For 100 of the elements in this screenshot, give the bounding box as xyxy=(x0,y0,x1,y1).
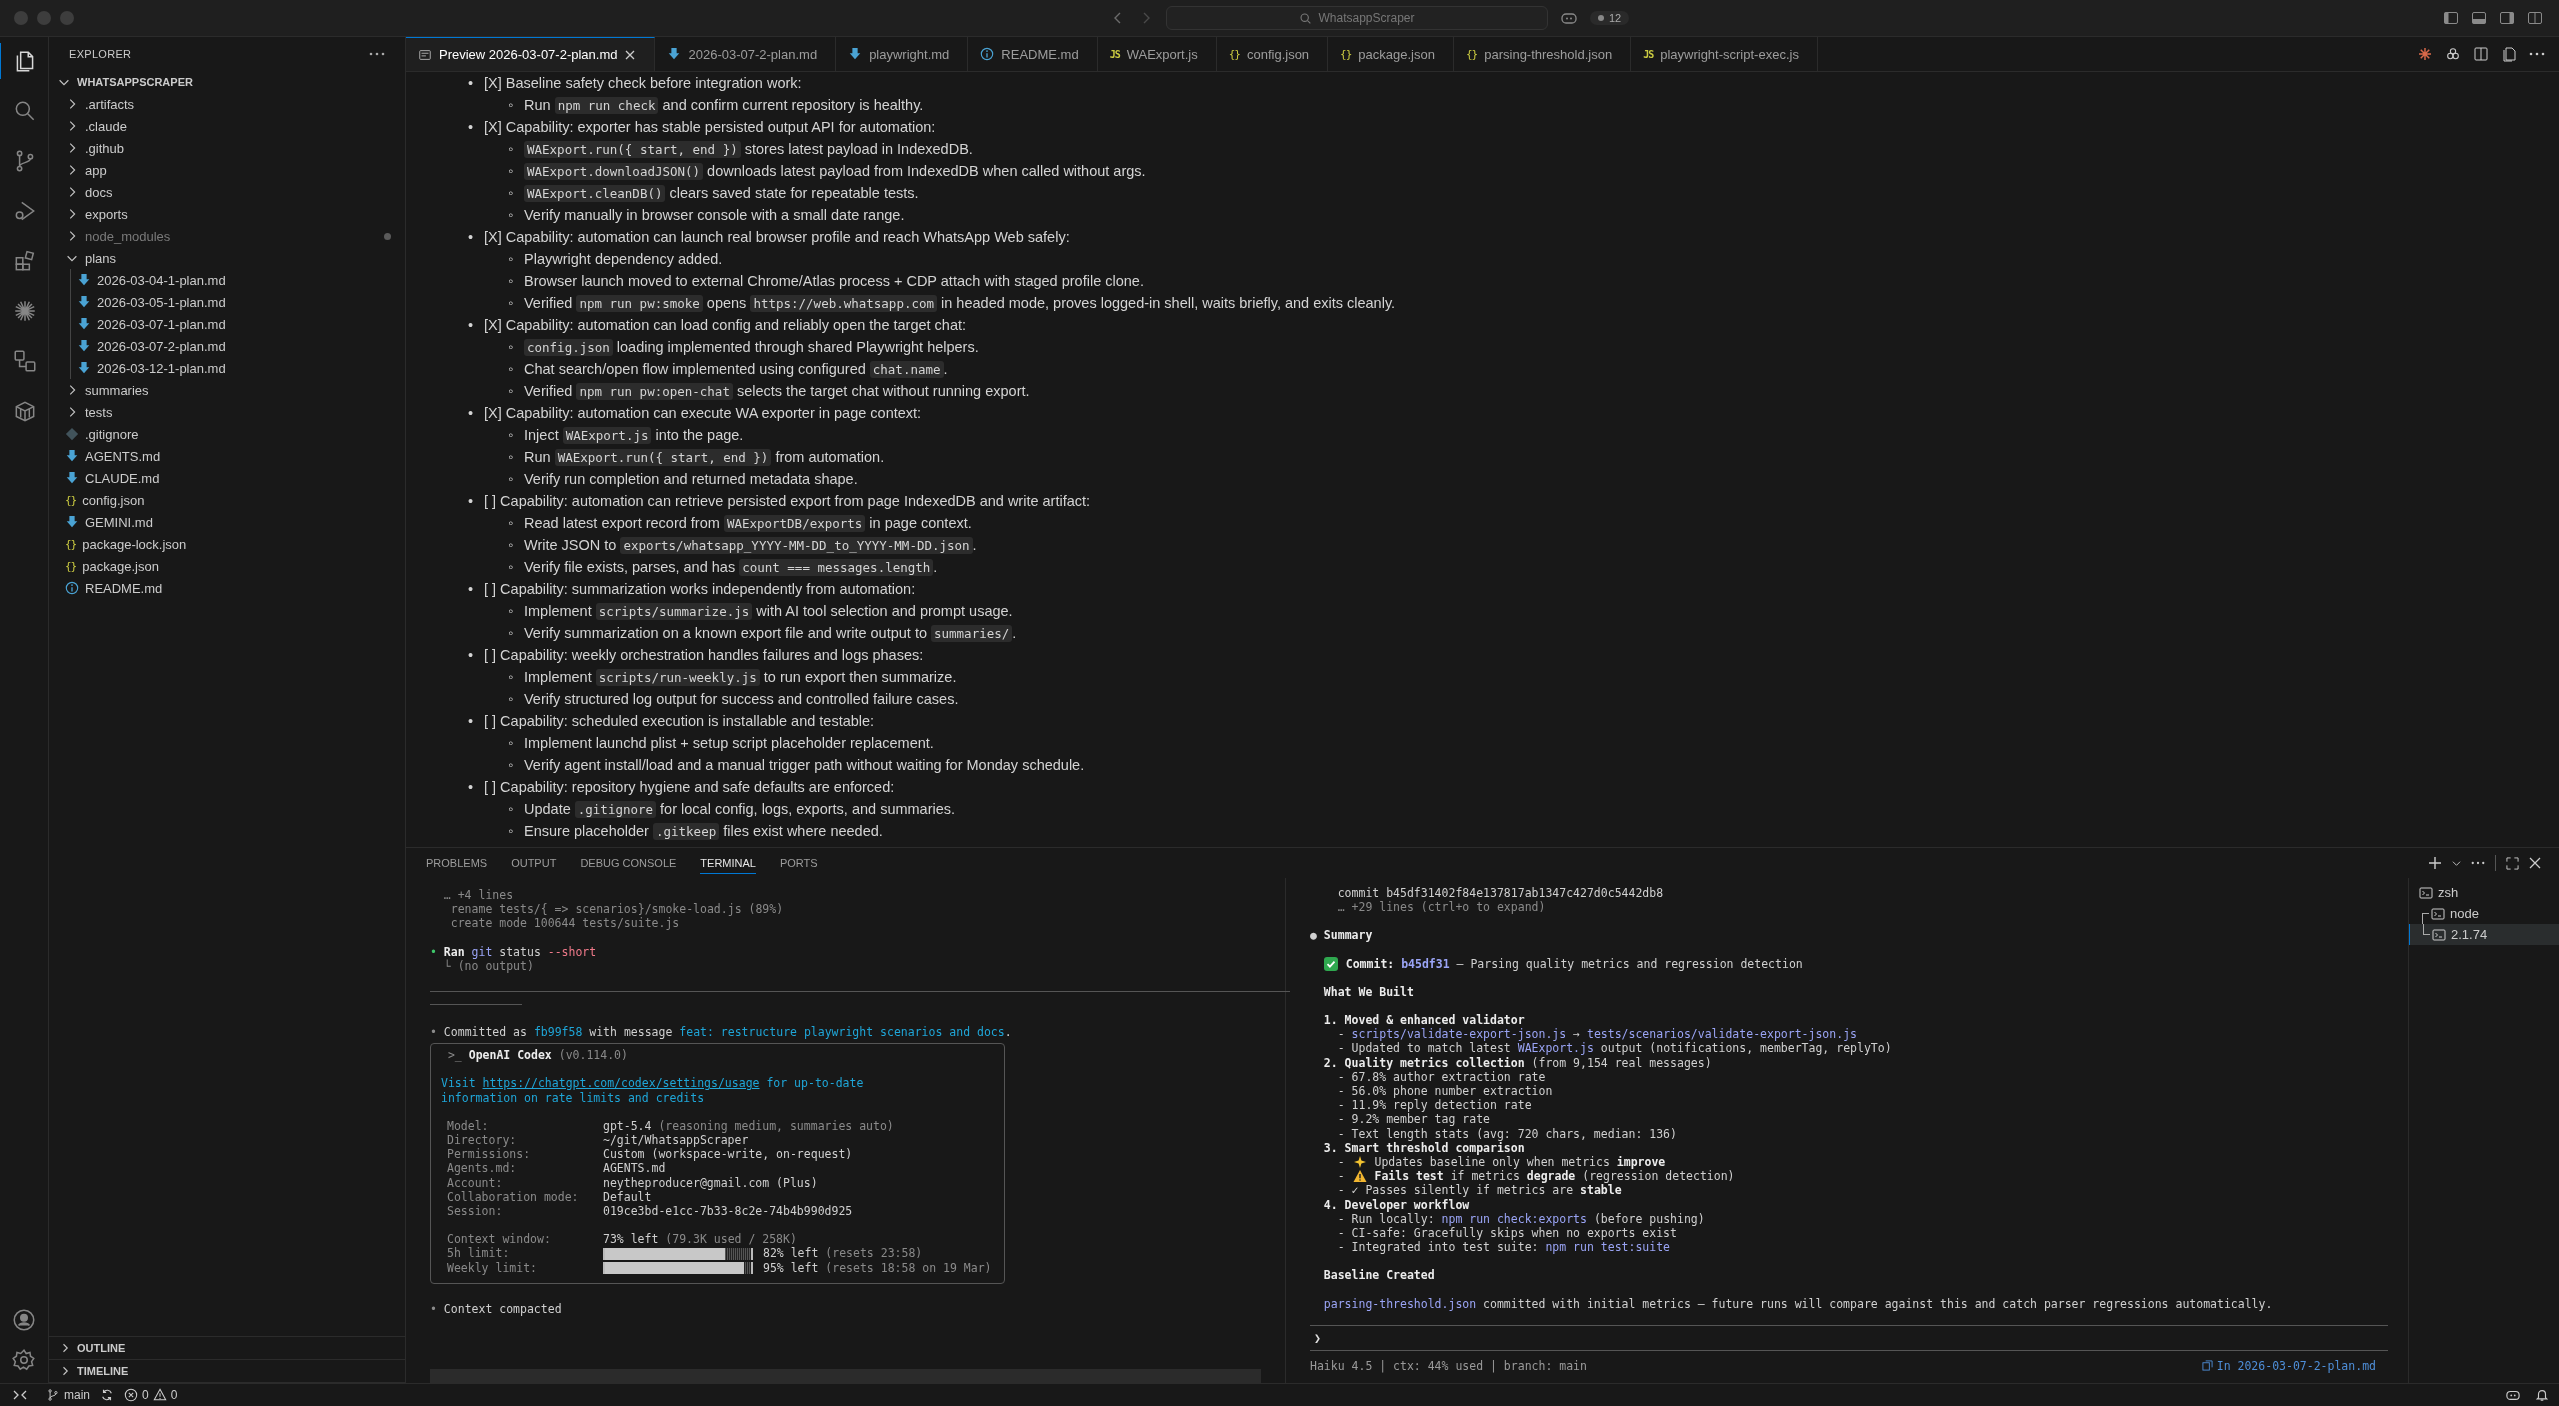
tree-item[interactable]: app xyxy=(85,162,107,178)
terminal-list-item[interactable]: zsh xyxy=(2409,882,2559,903)
editor-tab[interactable]: {} parsing-threshold.json xyxy=(1454,37,1632,71)
task-step: Inject WAExport.js into the page. xyxy=(524,424,744,446)
link[interactable]: https://chatgpt.com/codex/settings/usage xyxy=(482,1076,760,1091)
panel-tab[interactable]: PROBLEMS xyxy=(426,852,488,874)
bullet: ◦ xyxy=(508,800,515,819)
copilot-icon[interactable] xyxy=(2505,1388,2521,1402)
download-arrow-icon xyxy=(65,449,79,463)
task-heading: [ ] Capability: automation can retrieve persisted export from page IndexedDB and write artifact: xyxy=(484,492,1091,511)
file-link[interactable]: In 2026-03-07-2-plan.md xyxy=(2201,1350,2376,1381)
tree-item[interactable]: .artifacts xyxy=(85,96,135,112)
layout-icon[interactable] xyxy=(2471,11,2487,25)
maximize-icon[interactable] xyxy=(2506,856,2519,870)
tree-item[interactable]: plans xyxy=(85,250,117,266)
editor-tab[interactable]: README.md xyxy=(968,37,1098,71)
bell-icon[interactable] xyxy=(2535,1388,2549,1402)
account-icon[interactable] xyxy=(11,1307,37,1333)
tree-item[interactable]: summaries xyxy=(85,382,149,398)
tree-item[interactable]: AGENTS.md xyxy=(85,448,161,464)
editor-tab[interactable]: {} config.json xyxy=(1216,37,1329,71)
panel-tab[interactable]: OUTPUT xyxy=(511,852,557,874)
branch-status[interactable]: main xyxy=(46,1388,90,1402)
documents-icon[interactable] xyxy=(2501,46,2517,62)
terminal-line: • Committed as fb99f58 with message feat: restructure playwright scenarios and docs. xyxy=(430,1025,1013,1040)
task-step: Chat search/open flow implemented using configured chat.name . xyxy=(524,358,948,380)
bullet: ◦ xyxy=(508,514,515,533)
field-label: Collaboration mode: xyxy=(447,1189,580,1205)
terminal-icon xyxy=(2432,927,2446,942)
preview-icon xyxy=(418,47,432,62)
problems-status[interactable]: 0 0 xyxy=(124,1388,178,1402)
more-icon[interactable] xyxy=(2471,861,2485,865)
error-icon xyxy=(124,1388,138,1402)
section-header[interactable]: OUTLINE xyxy=(77,1342,126,1354)
editor-tab[interactable]: 2026-03-07-2-plan.md xyxy=(655,37,837,71)
tree-item[interactable]: node_modules xyxy=(85,228,171,244)
editor-tab[interactable]: JS playwright-script-exec.js xyxy=(1631,37,1818,71)
bullet: • xyxy=(468,712,475,731)
editor-tab[interactable]: playwright.md xyxy=(836,37,969,71)
tree-item[interactable]: .claude xyxy=(85,118,127,134)
terminal-line: - CI-safe: Gracefully skips when no exports exist xyxy=(1336,1226,1678,1241)
caret-icon[interactable] xyxy=(2452,858,2461,868)
terminal-line: 3. Smart threshold comparison xyxy=(1322,1140,1526,1156)
tree-item[interactable]: config.json xyxy=(82,492,145,508)
panel-tab[interactable]: TERMINAL xyxy=(700,852,756,874)
tree-item[interactable]: 2026-03-07-1-plan.md xyxy=(97,316,226,332)
layout-icon[interactable] xyxy=(2499,11,2515,25)
warning-icon xyxy=(1352,1169,1367,1184)
tree-item[interactable]: README.md xyxy=(85,580,163,596)
bullet: ◦ xyxy=(508,470,515,489)
terminal-list-item[interactable]: 2.1.74 xyxy=(2409,924,2559,945)
layout-icon[interactable] xyxy=(2443,11,2459,25)
asterisk-icon[interactable] xyxy=(2417,46,2433,62)
field-value: 73% left (79.3K used / 258K) xyxy=(603,1232,797,1247)
tree-item[interactable]: .gitignore xyxy=(85,426,139,442)
tree-item[interactable]: 2026-03-07-2-plan.md xyxy=(97,338,226,354)
task-step: Verified npm run pw:smoke opens https://web.whatsapp.com in headed mode, proves logged-in shell, waits briefly, and exits cleanly. xyxy=(524,292,1396,314)
tree-item[interactable]: .github xyxy=(85,140,125,156)
layout-icon[interactable] xyxy=(2527,11,2543,25)
settings-icon[interactable] xyxy=(11,1347,37,1373)
terminal-line: Baseline Created xyxy=(1322,1268,1436,1283)
asterisk-icon[interactable] xyxy=(12,298,38,324)
section-header[interactable]: TIMELINE xyxy=(77,1365,129,1377)
task-step: WAExport.downloadJSON() downloads latest payload from IndexedDB when called without args. xyxy=(524,160,1146,182)
tree-item[interactable]: package-lock.json xyxy=(82,536,187,552)
linked-boxes-icon[interactable] xyxy=(12,348,38,374)
tree-item[interactable]: 2026-03-05-1-plan.md xyxy=(97,294,226,310)
editor-tab[interactable]: JS WAExport.js xyxy=(1097,37,1217,71)
knot-icon[interactable] xyxy=(2445,46,2461,62)
tree-item[interactable]: package.json xyxy=(82,558,159,574)
task-step: config.json loading implemented through shared Playwright helpers. xyxy=(524,336,979,358)
tree-item[interactable]: docs xyxy=(85,184,113,200)
tree-item[interactable]: 2026-03-12-1-plan.md xyxy=(97,360,226,376)
tree-item[interactable]: tests xyxy=(85,404,113,420)
close-icon[interactable] xyxy=(624,48,637,61)
editor-tab[interactable]: {} package.json xyxy=(1328,37,1454,71)
tree-item[interactable]: 2026-03-04-1-plan.md xyxy=(97,272,226,288)
tree-item[interactable]: WHATSAPPSCRAPER xyxy=(77,76,193,88)
branch-icon xyxy=(46,1388,60,1402)
command-center-field[interactable]: WhatsappScraper xyxy=(1166,6,1548,30)
tree-item[interactable]: exports xyxy=(85,206,128,222)
sync-icon[interactable] xyxy=(100,1388,114,1402)
notification-badge[interactable]: 12 xyxy=(1590,11,1630,25)
terminal-line: - 9.2% member tag rate xyxy=(1336,1112,1491,1127)
tree-item[interactable]: GEMINI.md xyxy=(85,514,153,530)
field-value: gpt-5.4 (reasoning medium, summaries auto) xyxy=(603,1118,894,1134)
close-icon[interactable] xyxy=(2529,857,2541,869)
terminal-line: - Text length stats (avg: 720 chars, median: 136) xyxy=(1336,1126,1678,1141)
split-editor-icon[interactable] xyxy=(2473,46,2489,62)
panel-tab[interactable]: PORTS xyxy=(779,852,818,874)
new-terminal-icon[interactable] xyxy=(2428,856,2442,870)
bullet: • xyxy=(468,492,475,511)
panel-tab[interactable]: DEBUG CONSOLE xyxy=(580,852,677,874)
tree-item[interactable]: CLAUDE.md xyxy=(85,470,160,486)
remote-icon[interactable] xyxy=(12,1388,28,1402)
more-icon[interactable] xyxy=(2529,52,2545,56)
more-icon[interactable] xyxy=(369,52,385,56)
field-label: Context window: xyxy=(447,1232,552,1247)
bullet: ◦ xyxy=(508,536,515,555)
editor-tab[interactable]: Preview 2026-03-07-2-plan.md xyxy=(406,37,656,71)
